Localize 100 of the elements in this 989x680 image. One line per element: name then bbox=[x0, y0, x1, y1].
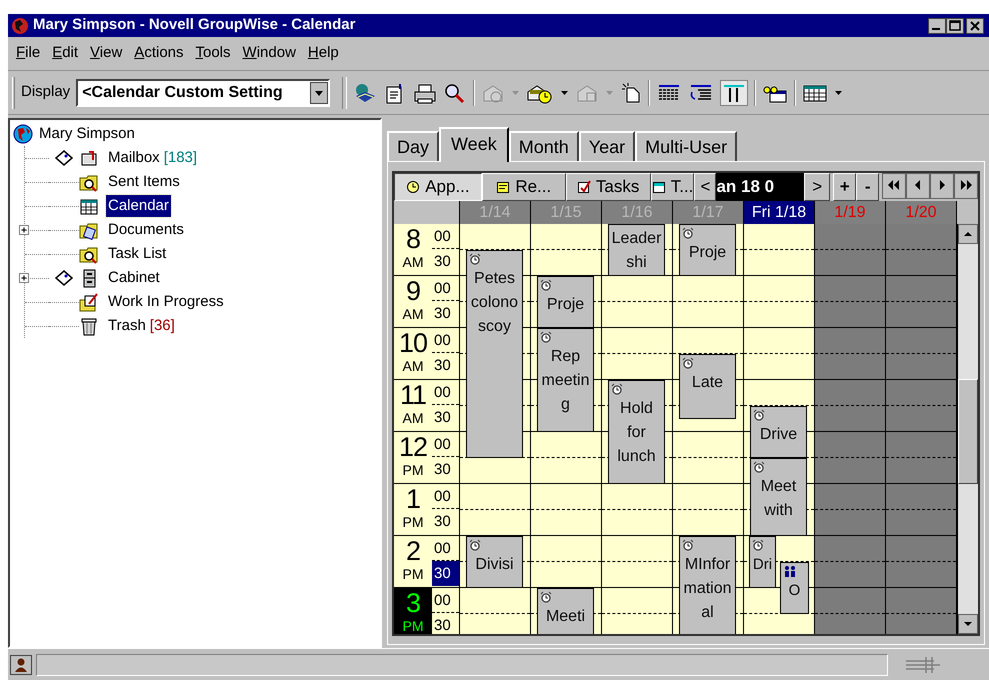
tree-item[interactable]: Cabinet bbox=[106, 266, 162, 290]
column-view-button[interactable] bbox=[720, 80, 748, 106]
tree-item[interactable]: Task List bbox=[106, 242, 168, 266]
previous-week-button[interactable] bbox=[906, 173, 930, 199]
last-page-button[interactable] bbox=[954, 173, 978, 199]
day-column[interactable] bbox=[815, 224, 886, 634]
display-dropdown[interactable]: <Calendar Custom Setting bbox=[76, 78, 330, 106]
minute-label[interactable]: 00 bbox=[432, 328, 459, 353]
minute-label[interactable]: 00 bbox=[432, 380, 459, 405]
tree-item[interactable]: Sent Items bbox=[106, 170, 182, 194]
appointment[interactable]: MInformational bbox=[679, 536, 736, 634]
day-column[interactable] bbox=[886, 224, 957, 634]
day-column[interactable]: Proje Rep meeting Meeti bbox=[531, 224, 602, 634]
minute-label[interactable]: 30 bbox=[432, 353, 459, 378]
hour-number: 1 bbox=[406, 484, 420, 514]
maximize-button[interactable] bbox=[946, 18, 964, 34]
address-book-icon[interactable] bbox=[353, 82, 378, 104]
tree-item[interactable]: Work In Progress bbox=[106, 290, 226, 314]
minute-label[interactable]: 00 bbox=[432, 224, 459, 249]
view-tab[interactable]: Month bbox=[508, 131, 579, 161]
appointment[interactable]: Dri bbox=[749, 536, 776, 588]
close-button[interactable] bbox=[966, 18, 984, 34]
printer-icon[interactable] bbox=[413, 82, 438, 104]
day-column[interactable]: Leadershi Hold for lunch bbox=[602, 224, 673, 634]
menu-item[interactable]: Help bbox=[308, 42, 339, 65]
view-tab[interactable]: Week bbox=[439, 127, 509, 162]
minute-label[interactable]: 30 bbox=[432, 509, 459, 534]
minute-label[interactable]: 30 bbox=[432, 249, 459, 274]
appointment[interactable]: Late bbox=[679, 354, 736, 419]
scroll-down-button[interactable] bbox=[958, 614, 978, 634]
appointment[interactable]: Proje bbox=[679, 224, 736, 276]
alarm-clock-icon bbox=[753, 409, 765, 421]
day-header[interactable]: Fri 1/18 bbox=[744, 201, 815, 224]
appointment-title: Meeti bbox=[544, 607, 586, 627]
appointment[interactable]: Meeti bbox=[537, 588, 594, 634]
globe-icon bbox=[13, 124, 33, 144]
scrollbar-thumb[interactable] bbox=[958, 379, 978, 484]
meridiem-label: AM bbox=[402, 358, 424, 374]
hour-number: 12 bbox=[398, 432, 428, 462]
filter-tab[interactable]: Tasks bbox=[566, 173, 651, 201]
appointment[interactable]: Drive bbox=[750, 406, 807, 458]
zoom-in-button[interactable]: + bbox=[833, 173, 856, 201]
next-week-button[interactable] bbox=[930, 173, 954, 199]
menu-item[interactable]: Window bbox=[242, 42, 296, 65]
minute-label[interactable]: 00 bbox=[432, 484, 459, 509]
appointment[interactable]: Rep meeting bbox=[537, 328, 594, 432]
expand-icon[interactable] bbox=[19, 225, 29, 235]
day-column[interactable]: Petes colonoscoy Divisi bbox=[460, 224, 531, 634]
tree-item[interactable]: Trash bbox=[106, 314, 148, 338]
scrollbar[interactable] bbox=[957, 224, 978, 634]
minute-label[interactable]: 00 bbox=[432, 276, 459, 301]
user-button[interactable] bbox=[10, 654, 32, 674]
alarm-clock-icon bbox=[540, 331, 552, 343]
tree-item[interactable]: Calendar bbox=[106, 194, 171, 218]
menu-item[interactable]: File bbox=[16, 42, 40, 65]
menu-item[interactable]: Edit bbox=[52, 42, 78, 65]
view-tab[interactable]: Multi-User bbox=[635, 131, 738, 161]
menu-item[interactable]: Tools bbox=[196, 42, 231, 65]
minute-label[interactable]: 30 bbox=[432, 457, 459, 482]
zoom-out-button[interactable]: - bbox=[856, 173, 880, 201]
meridiem-label: PM bbox=[402, 462, 424, 478]
appointment[interactable]: Divisi bbox=[466, 536, 523, 588]
minimize-button[interactable] bbox=[928, 18, 946, 34]
minute-label[interactable]: 30 bbox=[432, 405, 459, 430]
previous-button[interactable]: < bbox=[694, 173, 716, 201]
appointment[interactable]: Hold for lunch bbox=[608, 380, 665, 484]
item-count: [183] bbox=[164, 148, 198, 168]
menu-item[interactable]: View bbox=[90, 42, 122, 65]
scroll-up-button[interactable] bbox=[958, 224, 978, 244]
new-document-icon[interactable] bbox=[620, 82, 642, 104]
appointment[interactable]: Proje bbox=[537, 276, 594, 328]
filter-tab[interactable]: App... bbox=[394, 173, 482, 201]
day-column[interactable]: Proje Late MInformational bbox=[673, 224, 744, 634]
tree-item[interactable]: Mailbox bbox=[106, 146, 162, 170]
filter-tab[interactable]: Re... bbox=[482, 173, 566, 201]
appointment-title: Hold for lunch bbox=[616, 399, 657, 467]
next-button[interactable]: > bbox=[804, 173, 830, 201]
minute-label[interactable]: 30 bbox=[432, 301, 459, 326]
view-tab[interactable]: Day bbox=[387, 131, 440, 161]
alarm-clock-icon bbox=[469, 539, 481, 551]
view-tab[interactable]: Year bbox=[578, 131, 636, 161]
tree-item[interactable]: Documents bbox=[106, 218, 186, 242]
alarm-clock-icon bbox=[682, 539, 694, 551]
minute-label[interactable]: 30 bbox=[432, 561, 459, 586]
day-column[interactable]: Drive Meet with Dri O bbox=[744, 224, 815, 634]
appointment[interactable]: Petes colonoscoy bbox=[466, 250, 523, 458]
date-display: an 18 0 bbox=[716, 173, 804, 201]
first-page-button[interactable] bbox=[882, 173, 906, 199]
minute-label[interactable]: 00 bbox=[432, 432, 459, 457]
minute-label[interactable]: 30 bbox=[432, 613, 459, 634]
expand-icon[interactable] bbox=[19, 273, 29, 283]
minute-label[interactable]: 00 bbox=[432, 588, 459, 613]
appointment[interactable]: Meet with bbox=[750, 458, 807, 536]
meridiem-label: PM bbox=[402, 514, 424, 530]
menu-item[interactable]: Actions bbox=[134, 42, 184, 65]
appointment[interactable]: O bbox=[780, 562, 809, 614]
window-title: Mary Simpson - Novell GroupWise - Calendar bbox=[33, 15, 356, 36]
tree-item[interactable]: Mary Simpson bbox=[39, 122, 135, 146]
filter-tab[interactable]: T... bbox=[650, 173, 694, 201]
alarm-clock-icon bbox=[540, 591, 552, 603]
